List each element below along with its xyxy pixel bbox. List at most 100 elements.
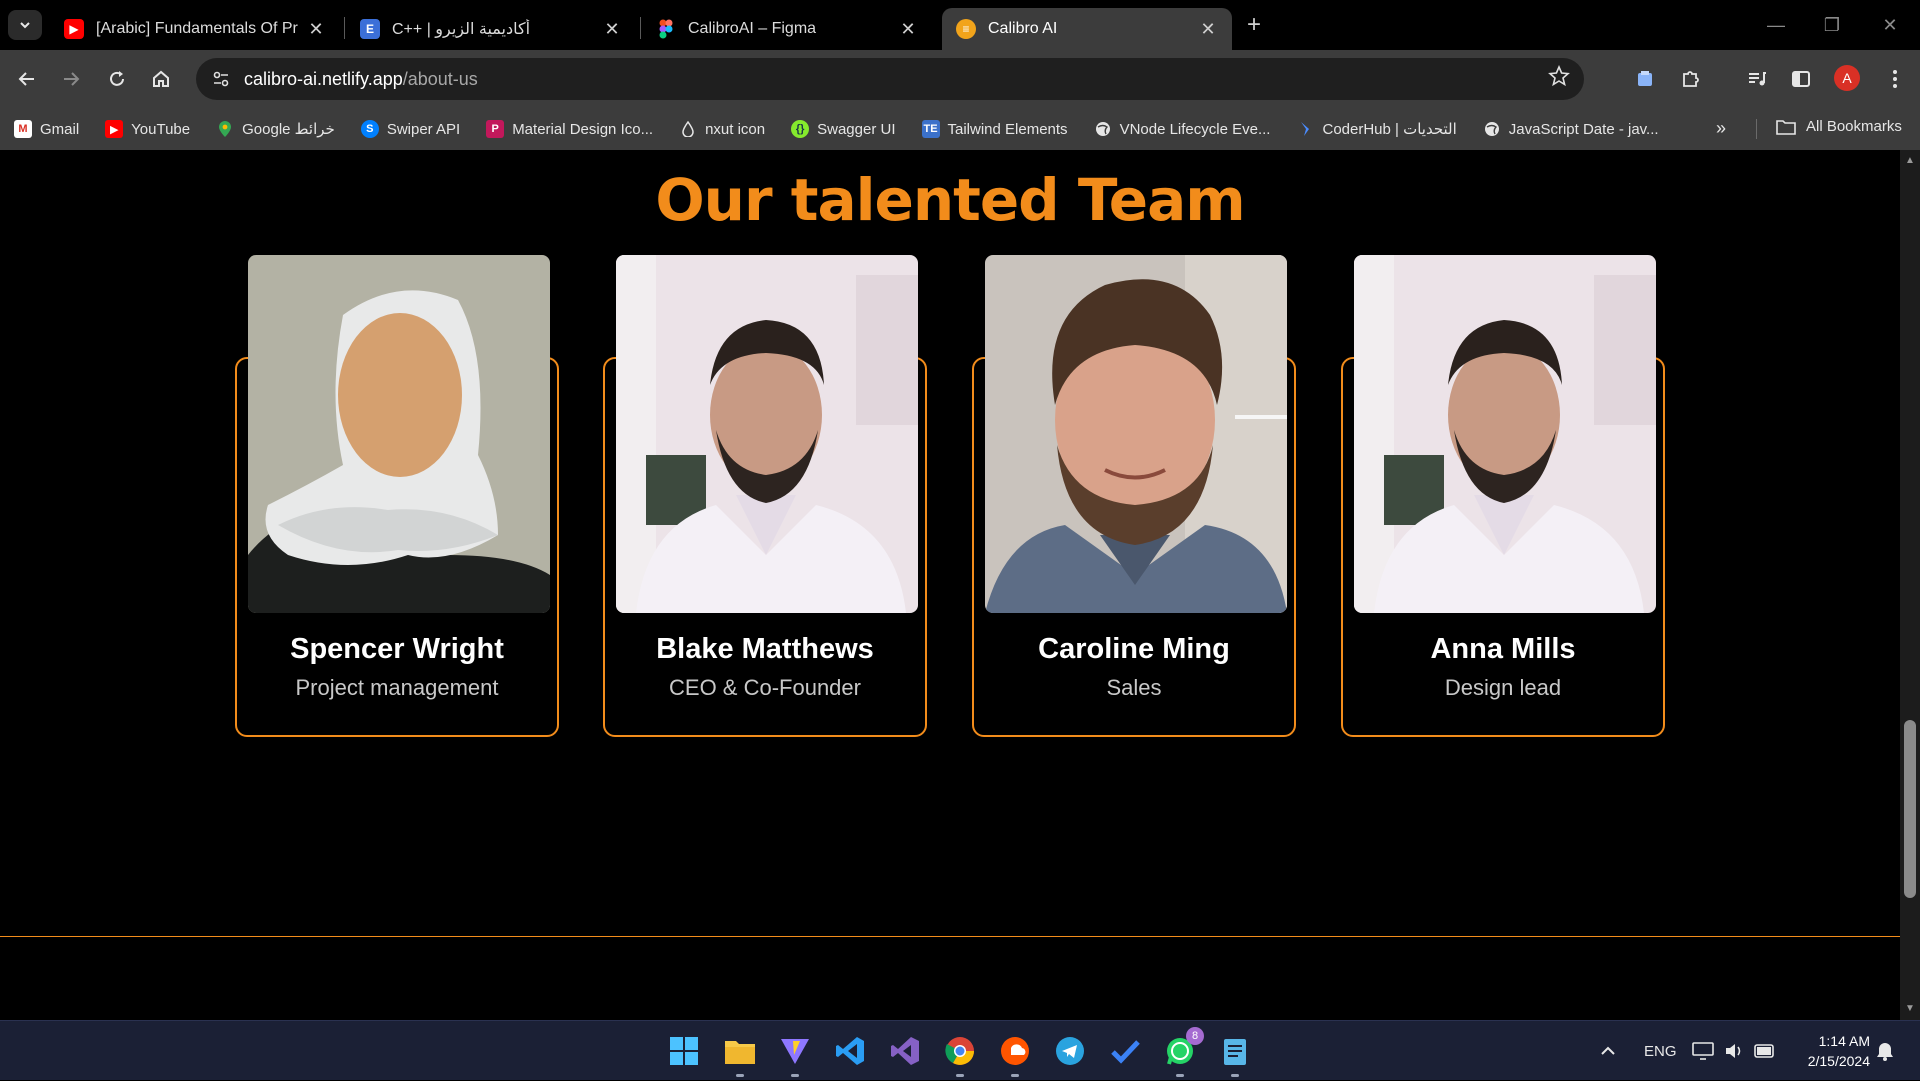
team-card: Anna Mills Design lead bbox=[1341, 255, 1665, 737]
tab-figma[interactable]: CalibroAI – Figma ✕ bbox=[642, 8, 932, 50]
member-role: Project management bbox=[295, 675, 499, 700]
bookmark-javascript-date[interactable]: JavaScript Date - jav... bbox=[1483, 120, 1659, 138]
tab-title: Calibro AI bbox=[988, 20, 1058, 37]
bookmark-label: CoderHub | التحديات bbox=[1322, 121, 1457, 138]
team-photo-blake-matthews bbox=[616, 255, 918, 613]
bookmark-material-design[interactable]: P Material Design Ico... bbox=[486, 120, 653, 138]
reload-icon bbox=[110, 71, 124, 86]
address-bar[interactable]: calibro-ai.netlify.app/about-us bbox=[196, 58, 1584, 100]
profile-avatar[interactable]: A bbox=[1834, 65, 1860, 91]
home-button[interactable] bbox=[146, 64, 176, 94]
side-panel-button[interactable] bbox=[1786, 64, 1816, 94]
network-icon[interactable] bbox=[1692, 1021, 1714, 1081]
menu-button[interactable] bbox=[1880, 64, 1910, 94]
extensions-button[interactable] bbox=[1676, 64, 1706, 94]
bookmark-google-maps[interactable]: Google خرائط bbox=[216, 120, 335, 138]
page-viewport: Our talented Team Spencer Wright Project… bbox=[0, 150, 1900, 1020]
bookmark-label: Tailwind Elements bbox=[947, 120, 1068, 138]
bookmark-coderhub[interactable]: CoderHub | التحديات bbox=[1296, 120, 1457, 138]
reload-button[interactable] bbox=[102, 64, 132, 94]
bookmark-tailwind-elements[interactable]: TE Tailwind Elements bbox=[921, 120, 1068, 138]
close-icon[interactable]: ✕ bbox=[1198, 19, 1218, 39]
site-info-icon[interactable] bbox=[206, 64, 236, 94]
youtube-icon: ▶ bbox=[64, 19, 84, 39]
kebab-menu-icon bbox=[1893, 70, 1897, 88]
battery-icon[interactable] bbox=[1754, 1021, 1776, 1081]
telegram-icon[interactable] bbox=[1052, 1033, 1088, 1069]
running-indicator bbox=[736, 1074, 744, 1077]
soundcloud-icon[interactable] bbox=[997, 1033, 1033, 1077]
bookmark-nxut-icon[interactable]: nxut icon bbox=[679, 120, 765, 138]
all-bookmarks-label: All Bookmarks bbox=[1806, 118, 1902, 135]
globe-icon bbox=[1094, 120, 1112, 138]
new-tab-button[interactable]: + bbox=[1240, 12, 1268, 40]
member-role: CEO & Co-Founder bbox=[669, 675, 861, 700]
scroll-down-arrow-icon[interactable]: ▼ bbox=[1900, 1000, 1920, 1018]
bookmark-star-icon[interactable] bbox=[1548, 64, 1570, 92]
back-button[interactable] bbox=[12, 64, 42, 94]
more-bookmarks-chevron-icon[interactable]: » bbox=[1716, 118, 1726, 139]
window-close-button[interactable]: ✕ bbox=[1870, 10, 1910, 40]
tray-overflow-chevron-icon[interactable] bbox=[1600, 1021, 1616, 1081]
material-design-icon: P bbox=[486, 120, 505, 138]
restore-button[interactable]: ❐ bbox=[1812, 10, 1852, 40]
bookmark-youtube[interactable]: ▶ YouTube bbox=[105, 120, 190, 138]
system-clock[interactable]: 1:14 AM 2/15/2024 bbox=[1780, 1031, 1870, 1071]
language-indicator[interactable]: ENG bbox=[1644, 1021, 1677, 1081]
notification-bell-icon[interactable] bbox=[1876, 1021, 1894, 1081]
close-icon[interactable]: ✕ bbox=[898, 19, 918, 39]
volume-icon[interactable] bbox=[1724, 1021, 1744, 1081]
scrollbar-thumb[interactable] bbox=[1904, 720, 1916, 898]
drop-icon bbox=[679, 120, 697, 138]
close-icon[interactable]: ✕ bbox=[306, 19, 326, 39]
member-role: Sales bbox=[1106, 675, 1162, 700]
bookmarks-bar: M Gmail ▶ YouTube Google خرائط S Swiper … bbox=[0, 108, 1920, 150]
tab-strip: ▶ [Arabic] Fundamentals Of Progr ✕ E C++… bbox=[0, 0, 1920, 50]
bookmark-label: Material Design Ico... bbox=[512, 120, 654, 138]
vite-icon[interactable] bbox=[777, 1033, 813, 1077]
url-text: calibro-ai.netlify.app/about-us bbox=[244, 69, 478, 90]
notepad-icon[interactable] bbox=[1217, 1033, 1253, 1077]
bookmark-gmail[interactable]: M Gmail bbox=[14, 120, 79, 138]
all-bookmarks-button[interactable]: All Bookmarks bbox=[1776, 118, 1902, 135]
minimize-button[interactable]: — bbox=[1756, 10, 1796, 40]
google-drive-extension-icon bbox=[1638, 71, 1652, 86]
running-indicator bbox=[1176, 1074, 1184, 1077]
clock-date: 2/15/2024 bbox=[1807, 1053, 1870, 1069]
tab-search-button[interactable] bbox=[8, 10, 42, 40]
visual-studio-icon[interactable] bbox=[887, 1033, 923, 1069]
bookmark-swiper-api[interactable]: S Swiper API bbox=[360, 120, 460, 138]
tab-youtube-fundamentals[interactable]: ▶ [Arabic] Fundamentals Of Progr ✕ bbox=[50, 8, 340, 50]
bookmark-label: JavaScript Date - jav... bbox=[1508, 120, 1659, 138]
scroll-up-arrow-icon[interactable]: ▲ bbox=[1900, 152, 1920, 170]
close-icon[interactable]: ✕ bbox=[602, 19, 622, 39]
tab-title: [Arabic] Fundamentals Of Progr bbox=[96, 20, 298, 37]
whatsapp-icon[interactable]: 8 bbox=[1162, 1027, 1204, 1077]
home-icon bbox=[153, 70, 169, 87]
calibro-icon: ≡ bbox=[956, 19, 976, 39]
todo-icon[interactable] bbox=[1107, 1033, 1143, 1069]
chrome-icon[interactable] bbox=[942, 1033, 978, 1077]
url-host: calibro-ai.netlify.app bbox=[244, 68, 403, 89]
team-photo-spencer-wright bbox=[248, 255, 550, 613]
tab-divider bbox=[640, 17, 641, 39]
file-explorer-icon[interactable] bbox=[722, 1033, 758, 1077]
maps-pin-icon bbox=[216, 120, 234, 138]
notification-badge: 8 bbox=[1186, 1027, 1204, 1045]
member-role: Design lead bbox=[1444, 675, 1562, 700]
tab-cpp-academy[interactable]: E C++ | أكاديمية الزيرو ✕ bbox=[346, 8, 636, 50]
gmail-icon: M bbox=[14, 120, 32, 138]
bookmark-swagger-ui[interactable]: {} Swagger UI bbox=[791, 120, 896, 138]
bookmark-vnode-lifecycle[interactable]: VNode Lifecycle Eve... bbox=[1094, 120, 1270, 138]
extension-button[interactable] bbox=[1630, 64, 1660, 94]
tab-calibro-ai[interactable]: ≡ Calibro AI ✕ bbox=[942, 8, 1232, 50]
page-scrollbar[interactable]: ▲ ▼ bbox=[1900, 150, 1920, 1020]
windows-start-icon[interactable] bbox=[666, 1033, 702, 1069]
youtube-icon: ▶ bbox=[105, 120, 124, 138]
media-control-button[interactable] bbox=[1742, 64, 1772, 94]
team-photo-caroline-ming bbox=[985, 255, 1287, 613]
forward-button[interactable] bbox=[56, 64, 86, 94]
member-name: Blake Matthews bbox=[656, 633, 874, 665]
vscode-icon[interactable] bbox=[832, 1033, 868, 1069]
puzzle-icon bbox=[1683, 71, 1699, 87]
